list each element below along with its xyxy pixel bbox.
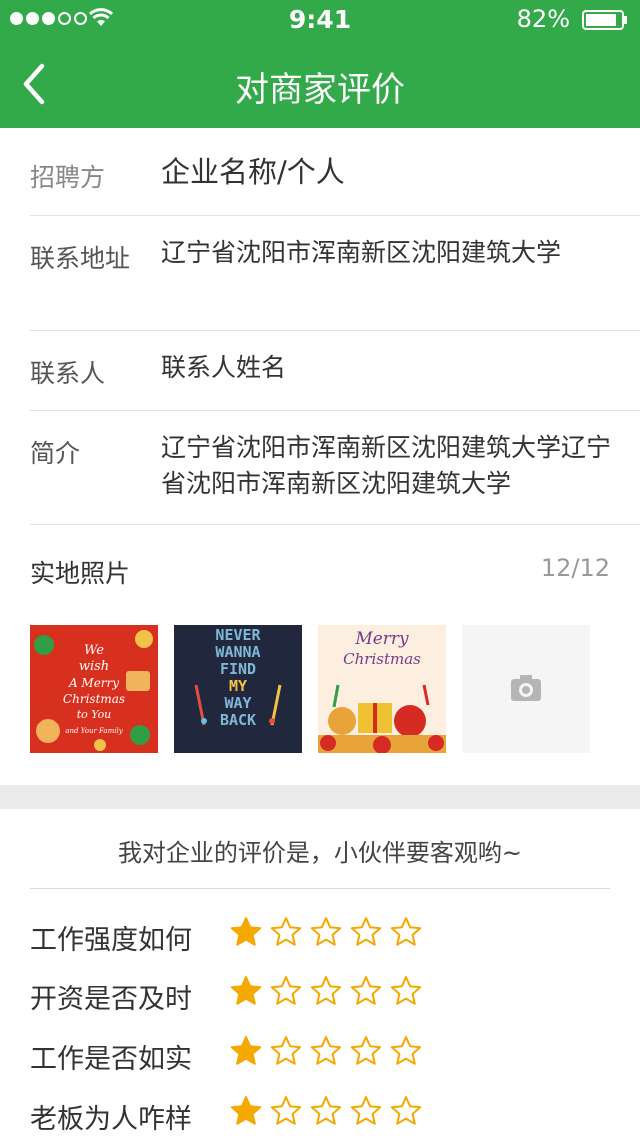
photo-thumbnail-christmas-wish[interactable]: We wish A Merry Christmas to You and You… bbox=[30, 625, 158, 753]
rating-label: 工作是否如实 bbox=[30, 1044, 192, 1075]
star-empty-icon[interactable] bbox=[350, 1095, 382, 1127]
rating-heading: 我对企业的评价是，小伙伴要客观哟~ bbox=[117, 839, 523, 867]
star-empty-icon[interactable] bbox=[350, 916, 382, 948]
intro-value: 辽宁省沈阳市浑南新区沈阳建筑大学辽宁省沈阳市浑南新区沈阳建筑大学 bbox=[161, 433, 612, 498]
rating-row-work-intensity: 工作强度如何 bbox=[30, 916, 630, 968]
star-empty-icon[interactable] bbox=[390, 1035, 422, 1067]
contact-row: 联系人 联系人姓名 bbox=[30, 330, 640, 411]
rating-row-boss-character: 老板为人咋样 bbox=[30, 1095, 630, 1147]
battery-icon bbox=[582, 10, 627, 30]
star-empty-icon[interactable] bbox=[350, 1035, 382, 1067]
star-empty-icon[interactable] bbox=[310, 916, 342, 948]
star-rating[interactable] bbox=[230, 1095, 422, 1127]
star-empty-icon[interactable] bbox=[310, 975, 342, 1007]
rating-row-pay-on-time: 开资是否及时 bbox=[30, 975, 630, 1027]
star-empty-icon[interactable] bbox=[310, 1035, 342, 1067]
star-filled-icon[interactable] bbox=[230, 1035, 262, 1067]
address-label: 联系地址 bbox=[30, 244, 131, 273]
photos-count: 12/12 bbox=[540, 554, 610, 582]
star-empty-icon[interactable] bbox=[270, 916, 302, 948]
contact-value: 联系人姓名 bbox=[161, 353, 287, 382]
photo-thumbnail-merry-christmas[interactable]: Merry Christmas bbox=[318, 625, 446, 753]
add-photo-button[interactable] bbox=[462, 625, 590, 753]
photo-thumbnail-never-wanna[interactable]: NEVER WANNA FIND MY WAY BACK bbox=[174, 625, 302, 753]
battery-percent: 82% bbox=[516, 5, 570, 33]
photo-christmas-wish-text: We wish A Merry Christmas to You and You… bbox=[62, 643, 126, 735]
star-filled-icon[interactable] bbox=[230, 916, 262, 948]
contact-label: 联系人 bbox=[30, 359, 106, 388]
star-empty-icon[interactable] bbox=[270, 1035, 302, 1067]
navigation-bar: 对商家评价 bbox=[0, 40, 640, 128]
address-row: 联系地址 辽宁省沈阳市浑南新区沈阳建筑大学 bbox=[30, 215, 640, 331]
intro-label: 简介 bbox=[30, 439, 81, 468]
page-title: 对商家评价 bbox=[235, 70, 405, 110]
star-empty-icon[interactable] bbox=[270, 1095, 302, 1127]
star-rating[interactable] bbox=[230, 975, 422, 1007]
employer-row: 招聘方 企业名称/个人 bbox=[30, 128, 640, 216]
star-empty-icon[interactable] bbox=[390, 916, 422, 948]
section-divider bbox=[0, 785, 640, 809]
employer-label: 招聘方 bbox=[30, 163, 106, 192]
rating-label: 老板为人咋样 bbox=[30, 1104, 192, 1135]
address-value: 辽宁省沈阳市浑南新区沈阳建筑大学 bbox=[161, 238, 562, 267]
rating-label: 工作强度如何 bbox=[30, 925, 192, 956]
employer-value: 企业名称/个人 bbox=[161, 155, 345, 189]
star-rating[interactable] bbox=[230, 916, 422, 948]
star-empty-icon[interactable] bbox=[350, 975, 382, 1007]
star-empty-icon[interactable] bbox=[390, 1095, 422, 1127]
star-empty-icon[interactable] bbox=[310, 1095, 342, 1127]
status-bar: 9:41 82% bbox=[0, 0, 640, 40]
camera-icon bbox=[511, 675, 541, 701]
star-rating[interactable] bbox=[230, 1035, 422, 1067]
photos-title: 实地照片 bbox=[30, 559, 131, 588]
photo-never-wanna-text: NEVER WANNA FIND MY WAY BACK bbox=[215, 626, 261, 729]
rating-divider bbox=[30, 888, 610, 889]
star-filled-icon[interactable] bbox=[230, 975, 262, 1007]
intro-row: 简介 辽宁省沈阳市浑南新区沈阳建筑大学辽宁省沈阳市浑南新区沈阳建筑大学 bbox=[30, 410, 640, 525]
star-empty-icon[interactable] bbox=[390, 975, 422, 1007]
star-filled-icon[interactable] bbox=[230, 1095, 262, 1127]
rating-row-job-as-described: 工作是否如实 bbox=[30, 1035, 630, 1087]
star-empty-icon[interactable] bbox=[270, 975, 302, 1007]
rating-label: 开资是否及时 bbox=[30, 984, 192, 1015]
photo-merry-christmas-text: Merry Christmas bbox=[343, 629, 421, 668]
